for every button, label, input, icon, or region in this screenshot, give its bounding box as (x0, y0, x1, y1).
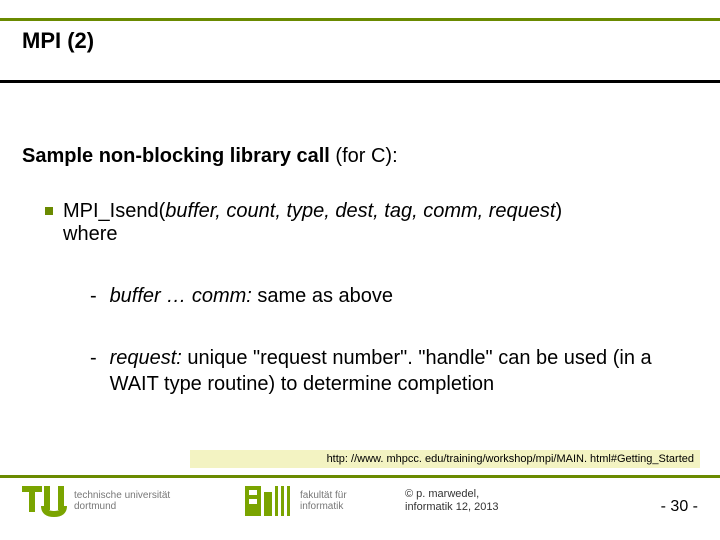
faculty-name: fakultät für informatik (300, 490, 347, 512)
sub-a-rest: same as above (252, 285, 393, 307)
bullet1-suffix: ) (555, 200, 562, 222)
title-underline-bar (0, 80, 720, 83)
uni-line2: dortmund (74, 501, 116, 512)
subtitle-rest: (for C): (330, 145, 398, 167)
sub-a-italic: buffer … comm: (110, 285, 252, 307)
subtitle: Sample non-blocking library call (for C)… (22, 145, 398, 168)
page-suffix: - (688, 498, 698, 515)
dash-bullet-icon: - (90, 345, 104, 371)
top-accent-bar (0, 18, 720, 21)
university-name: technische universität dortmund (74, 490, 170, 512)
bullet1-params: buffer, count, type, dest, tag, comm, re… (165, 200, 555, 222)
tu-dortmund-logo-icon (22, 484, 68, 518)
copy-line2: informatik 12, 2013 (405, 501, 499, 513)
fac-line2: informatik (300, 501, 343, 512)
sub-b-text: request: unique "request number". "handl… (110, 345, 670, 397)
bullet1-line2: where (63, 223, 680, 246)
slide-container: MPI (2) Sample non-blocking library call… (0, 0, 720, 540)
page-number: - 30 - (661, 498, 698, 516)
page-prefix: - (661, 498, 671, 515)
copy-line1: © p. marwedel, (405, 488, 479, 500)
square-bullet-icon (45, 207, 53, 215)
sub-b-italic: request: (110, 347, 182, 369)
slide-title: MPI (2) (22, 28, 94, 54)
faculty-logo-icon (245, 486, 295, 516)
bullet-level1: MPI_Isend(buffer, count, type, dest, tag… (45, 200, 680, 246)
bottom-accent-bar (0, 475, 720, 478)
footer: technische universität dortmund fakultät… (0, 484, 720, 534)
copyright: © p. marwedel, informatik 12, 2013 (405, 488, 499, 514)
sub-b-rest: unique "request number". "handle" can be… (110, 347, 652, 395)
dash-bullet-icon: - (90, 285, 104, 308)
source-url: http: //www. mhpcc. edu/training/worksho… (190, 450, 700, 468)
bullet1-prefix: MPI_Isend( (63, 200, 165, 222)
subtitle-bold: Sample non-blocking library call (22, 145, 330, 167)
uni-line1: technische universität (74, 490, 170, 501)
fac-line1: fakultät für (300, 490, 347, 501)
page-num: 30 (670, 498, 688, 515)
sub-bullet-a: - buffer … comm: same as above (90, 285, 680, 308)
sub-bullet-b: - request: unique "request number". "han… (90, 345, 680, 397)
